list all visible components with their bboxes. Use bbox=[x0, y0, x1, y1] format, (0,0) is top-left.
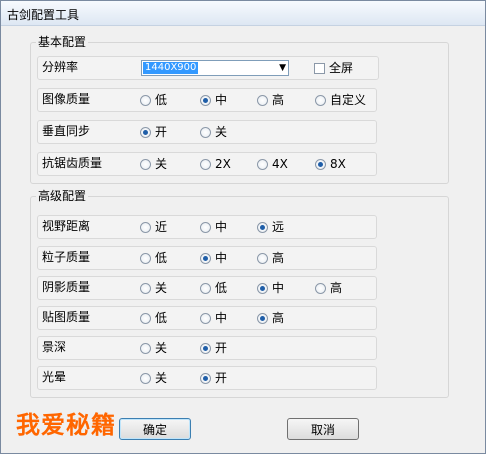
basic-config-title: 基本配置 bbox=[36, 35, 89, 49]
radio-icon[interactable] bbox=[140, 342, 151, 354]
radio-selected-icon[interactable] bbox=[257, 282, 268, 294]
view-distance-near[interactable]: 近 bbox=[140, 220, 167, 234]
dof-on[interactable]: 开 bbox=[200, 341, 227, 355]
radio-icon[interactable] bbox=[140, 158, 151, 170]
textures-row: 贴图质量 低 中 高 bbox=[37, 306, 377, 330]
radio-icon[interactable] bbox=[257, 252, 268, 264]
radio-icon[interactable] bbox=[257, 158, 268, 170]
radio-icon[interactable] bbox=[140, 372, 151, 384]
radio-selected-icon[interactable] bbox=[200, 252, 211, 264]
textures-label: 贴图质量 bbox=[42, 310, 91, 324]
antialias-8x[interactable]: 8X bbox=[315, 157, 346, 171]
fullscreen-label: 全屏 bbox=[329, 60, 354, 75]
shadows-label: 阴影质量 bbox=[42, 280, 91, 294]
textures-low[interactable]: 低 bbox=[140, 311, 167, 325]
radio-icon[interactable] bbox=[140, 312, 151, 324]
textures-mid[interactable]: 中 bbox=[200, 311, 227, 325]
bloom-label: 光晕 bbox=[42, 370, 67, 384]
radio-icon[interactable] bbox=[200, 282, 211, 294]
radio-selected-icon[interactable] bbox=[257, 221, 268, 233]
radio-icon[interactable] bbox=[200, 158, 211, 170]
image-quality-high[interactable]: 高 bbox=[257, 93, 284, 107]
basic-config-group: 基本配置 分辨率 1440X900 ▼ 全屏 图像质量 低 中 高 自定义 垂直… bbox=[30, 35, 449, 184]
ok-button-label: 确定 bbox=[142, 422, 167, 437]
radio-icon[interactable] bbox=[140, 252, 151, 264]
radio-icon[interactable] bbox=[257, 94, 268, 106]
antialias-off[interactable]: 关 bbox=[140, 157, 167, 171]
image-quality-low[interactable]: 低 bbox=[140, 93, 167, 107]
window-title: 古剑配置工具 bbox=[7, 8, 80, 22]
shadows-low[interactable]: 低 bbox=[200, 281, 227, 295]
bloom-on[interactable]: 开 bbox=[200, 371, 227, 385]
view-distance-mid[interactable]: 中 bbox=[200, 220, 227, 234]
shadows-mid[interactable]: 中 bbox=[257, 281, 284, 295]
radio-icon[interactable] bbox=[140, 282, 151, 294]
view-distance-far[interactable]: 远 bbox=[257, 220, 284, 234]
radio-icon[interactable] bbox=[200, 126, 211, 138]
radio-selected-icon[interactable] bbox=[140, 126, 151, 138]
textures-high[interactable]: 高 bbox=[257, 311, 284, 325]
radio-selected-icon[interactable] bbox=[315, 158, 326, 170]
bloom-row: 光晕 关 开 bbox=[37, 366, 377, 390]
dof-off[interactable]: 关 bbox=[140, 341, 167, 355]
particles-high[interactable]: 高 bbox=[257, 251, 284, 265]
antialias-row: 抗锯齿质量 关 2X 4X 8X bbox=[37, 152, 377, 176]
image-quality-label: 图像质量 bbox=[42, 92, 91, 106]
resolution-select[interactable]: 1440X900 ▼ bbox=[141, 60, 289, 76]
radio-selected-icon[interactable] bbox=[200, 342, 211, 354]
view-distance-label: 视野距离 bbox=[42, 219, 91, 233]
antialias-4x[interactable]: 4X bbox=[257, 157, 288, 171]
particles-mid[interactable]: 中 bbox=[200, 251, 227, 265]
watermark-logo: 我爱秘籍 bbox=[16, 411, 116, 439]
particles-label: 粒子质量 bbox=[42, 250, 91, 264]
shadows-off[interactable]: 关 bbox=[140, 281, 167, 295]
image-quality-mid[interactable]: 中 bbox=[200, 93, 227, 107]
radio-selected-icon[interactable] bbox=[257, 312, 268, 324]
dof-row: 景深 关 开 bbox=[37, 336, 377, 360]
advanced-config-title: 高级配置 bbox=[36, 189, 89, 203]
cancel-button-label: 取消 bbox=[310, 422, 335, 437]
chevron-down-icon[interactable]: ▼ bbox=[279, 63, 286, 73]
radio-icon[interactable] bbox=[200, 312, 211, 324]
image-quality-custom[interactable]: 自定义 bbox=[315, 93, 366, 107]
checkbox-icon[interactable] bbox=[314, 62, 325, 74]
ok-button[interactable]: 确定 bbox=[119, 418, 191, 440]
vsync-off[interactable]: 关 bbox=[200, 125, 227, 139]
radio-icon[interactable] bbox=[140, 221, 151, 233]
advanced-config-group: 高级配置 视野距离 近 中 远 粒子质量 低 中 高 阴影质量 关 低 中 高 … bbox=[30, 189, 449, 398]
radio-selected-icon[interactable] bbox=[200, 94, 211, 106]
particles-row: 粒子质量 低 中 高 bbox=[37, 246, 377, 270]
vsync-label: 垂直同步 bbox=[42, 124, 91, 138]
radio-icon[interactable] bbox=[140, 94, 151, 106]
particles-low[interactable]: 低 bbox=[140, 251, 167, 265]
radio-icon[interactable] bbox=[315, 94, 326, 106]
antialias-2x[interactable]: 2X bbox=[200, 157, 231, 171]
resolution-label: 分辨率 bbox=[42, 60, 79, 74]
antialias-label: 抗锯齿质量 bbox=[42, 156, 103, 170]
shadows-high[interactable]: 高 bbox=[315, 281, 342, 295]
vsync-row: 垂直同步 开 关 bbox=[37, 120, 377, 144]
bloom-off[interactable]: 关 bbox=[140, 371, 167, 385]
shadows-row: 阴影质量 关 低 中 高 bbox=[37, 276, 377, 300]
cancel-button[interactable]: 取消 bbox=[287, 418, 359, 440]
image-quality-row: 图像质量 低 中 高 自定义 bbox=[37, 88, 377, 112]
radio-icon[interactable] bbox=[200, 221, 211, 233]
fullscreen-checkbox[interactable]: 全屏 bbox=[314, 61, 353, 75]
title-bar: 古剑配置工具 bbox=[1, 1, 485, 26]
resolution-value: 1440X900 bbox=[143, 62, 199, 74]
vsync-on[interactable]: 开 bbox=[140, 125, 167, 139]
view-distance-row: 视野距离 近 中 远 bbox=[37, 215, 377, 239]
radio-selected-icon[interactable] bbox=[200, 372, 211, 384]
radio-icon[interactable] bbox=[315, 282, 326, 294]
config-window: 古剑配置工具 基本配置 分辨率 1440X900 ▼ 全屏 图像质量 低 中 高… bbox=[0, 0, 486, 454]
dof-label: 景深 bbox=[42, 340, 67, 354]
